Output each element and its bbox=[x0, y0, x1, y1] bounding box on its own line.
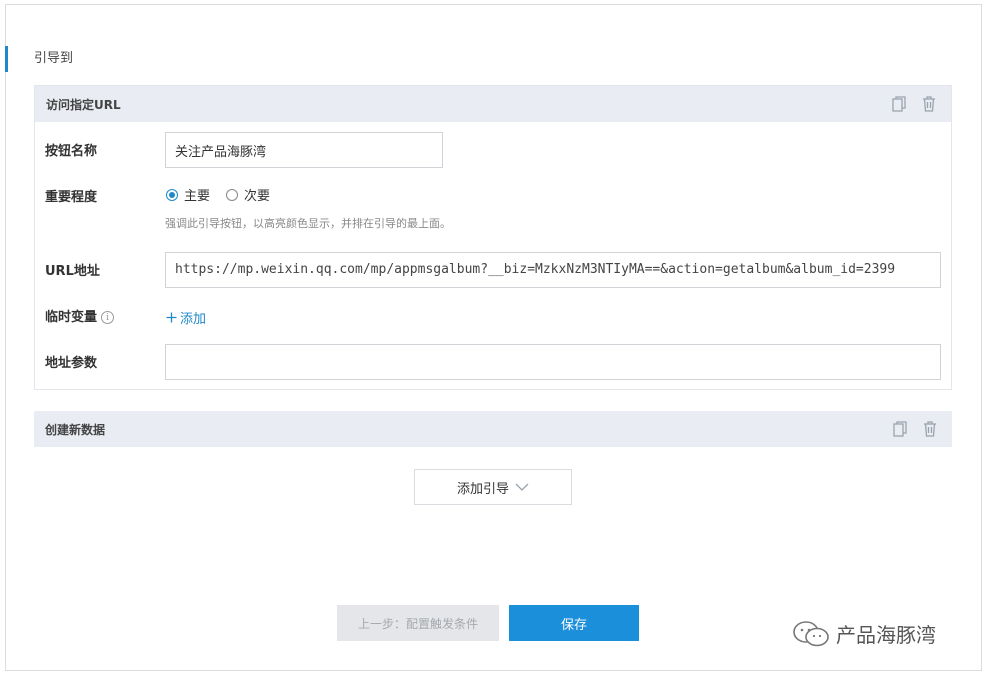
card-actions bbox=[892, 421, 938, 437]
button-name-label: 按钮名称 bbox=[45, 144, 98, 159]
card-header: 访问指定URL bbox=[35, 86, 951, 122]
card-header[interactable]: 创建新数据 bbox=[34, 411, 952, 447]
url-input[interactable]: https://mp.weixin.qq.com/mp/appmsgalbum?… bbox=[165, 252, 941, 288]
trash-icon[interactable] bbox=[922, 421, 938, 437]
watermark-text: 产品海豚湾 bbox=[836, 623, 936, 647]
plus-icon bbox=[166, 312, 177, 323]
radio-unchecked-icon bbox=[226, 188, 239, 201]
card-actions bbox=[891, 96, 937, 112]
trash-icon[interactable] bbox=[921, 96, 937, 112]
temp-vars-label-text: 临时变量 bbox=[45, 310, 98, 325]
button-name-input[interactable] bbox=[165, 132, 443, 168]
params-label: 地址参数 bbox=[45, 356, 98, 371]
importance-label: 重要程度 bbox=[45, 190, 98, 205]
card-title: 创建新数据 bbox=[45, 422, 106, 437]
temp-vars-label: 临时变量 i bbox=[45, 306, 115, 325]
radio-checked-icon bbox=[166, 188, 178, 201]
card-title: 访问指定URL bbox=[46, 97, 121, 112]
add-temp-var-label: 添加 bbox=[180, 312, 207, 327]
radio-primary-label: 主要 bbox=[184, 189, 211, 204]
radio-secondary-label: 次要 bbox=[244, 189, 271, 204]
importance-radio-group: 主要 次要 bbox=[166, 185, 270, 204]
add-guide-label: 添加引导 bbox=[456, 481, 509, 497]
guide-card-url: 访问指定URL 按钮名称 重要程度 主要 次要 强调此引导按钮，以高亮颜色显示，… bbox=[34, 85, 952, 390]
chevron-down-icon bbox=[515, 483, 529, 491]
guide-card-create-data: 创建新数据 bbox=[34, 411, 952, 448]
watermark: 产品海豚湾 bbox=[792, 619, 936, 648]
add-guide-dropdown[interactable]: 添加引导 bbox=[414, 469, 572, 505]
info-icon[interactable]: i bbox=[101, 311, 115, 324]
params-input[interactable] bbox=[165, 344, 941, 380]
add-temp-var-button[interactable]: 添加 bbox=[166, 308, 206, 327]
section-title: 引导到 bbox=[5, 46, 73, 72]
importance-hint: 强调此引导按钮，以高亮颜色显示，并排在引导的最上面。 bbox=[165, 217, 451, 230]
url-label: URL地址 bbox=[45, 264, 100, 279]
copy-icon[interactable] bbox=[892, 421, 908, 437]
wechat-icon bbox=[793, 620, 829, 646]
prev-step-button[interactable]: 上一步：配置触发条件 bbox=[337, 605, 499, 641]
radio-primary[interactable]: 主要 bbox=[166, 185, 210, 204]
save-button[interactable]: 保存 bbox=[509, 605, 639, 641]
copy-icon[interactable] bbox=[891, 96, 907, 112]
radio-secondary[interactable]: 次要 bbox=[226, 185, 270, 204]
